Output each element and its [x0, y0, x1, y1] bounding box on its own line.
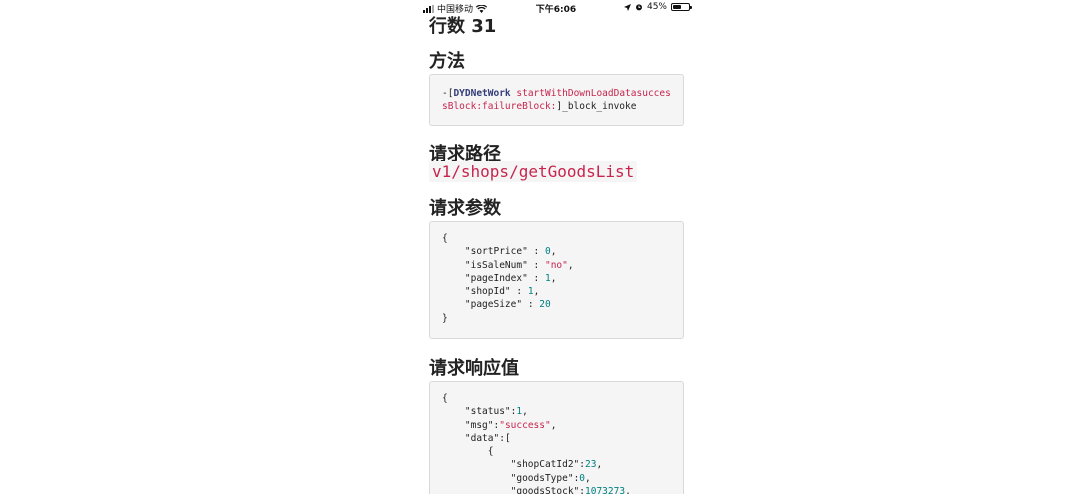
- params-code-block: { "sortPrice" : 0, "isSaleNum" : "no", "…: [429, 221, 684, 339]
- response-line: "status":1,: [464, 406, 528, 418]
- params-heading: 请求参数: [429, 198, 501, 219]
- path-value: v1/shops/getGoodsList: [429, 161, 638, 182]
- response-key: "data": [464, 432, 500, 444]
- param-line: "isSaleNum" : "no",: [464, 259, 574, 271]
- data-item-key: "goodsType": [510, 472, 574, 484]
- method-code-block: -[DYDNetWork startWithDownLoadDatasucces…: [429, 74, 684, 126]
- param-key: "sortPrice": [464, 246, 528, 258]
- method-prefix: -[: [442, 88, 454, 99]
- response-line: "data":[: [464, 432, 511, 444]
- response-code-block: { "status":1, "msg":"success", "data":[ …: [429, 381, 684, 494]
- data-item-line: "goodsType":0,: [510, 472, 591, 484]
- battery-percent: 45%: [646, 2, 667, 12]
- param-line: "shopId" : 1,: [464, 286, 540, 298]
- row-heading: 行数 31: [429, 16, 497, 37]
- param-line: "pageSize" : 20: [464, 299, 551, 311]
- phone-screen: 中国移动 下午6:06 45% 行数 31 方法 -[DYDNetWork st…: [420, 0, 692, 494]
- response-value: 1: [516, 406, 523, 418]
- param-line: "pageIndex" : 1,: [464, 272, 557, 284]
- method-heading: 方法: [429, 51, 465, 72]
- param-key: "isSaleNum": [464, 259, 528, 271]
- data-item-open-brace: {: [487, 446, 494, 458]
- data-item-value: 23: [585, 459, 597, 471]
- data-item-key: "shopCatId2": [510, 459, 580, 471]
- param-line: "sortPrice" : 0,: [464, 246, 557, 258]
- params-close-brace: }: [442, 312, 448, 324]
- response-value: "success": [499, 419, 551, 431]
- battery-icon: [671, 3, 692, 11]
- alarm-clock-icon: [635, 4, 642, 11]
- method-class-name: DYDNetWork: [453, 88, 511, 99]
- response-open-brace: {: [442, 393, 448, 404]
- param-value: 20: [539, 299, 551, 311]
- params-open-brace: {: [442, 233, 448, 244]
- location-arrow-icon: [623, 3, 631, 11]
- data-item-key: "goodsStock": [510, 486, 580, 494]
- response-key: "msg": [464, 419, 494, 431]
- method-suffix: ]_block_invoke: [556, 101, 637, 113]
- response-key: "status": [464, 406, 511, 418]
- response-heading: 请求响应值: [429, 358, 519, 379]
- param-value: "no": [544, 259, 568, 271]
- param-key: "shopId": [464, 286, 511, 298]
- data-item-line: "goodsStock":1073273,: [511, 486, 631, 494]
- param-key: "pageSize": [464, 299, 523, 311]
- battery-fill: [673, 5, 681, 9]
- data-item-value: 1073273: [585, 486, 626, 494]
- param-key: "pageIndex": [464, 272, 528, 284]
- response-line: "msg":"success",: [464, 419, 557, 431]
- data-item-line: "shopCatId2":23,: [510, 459, 603, 471]
